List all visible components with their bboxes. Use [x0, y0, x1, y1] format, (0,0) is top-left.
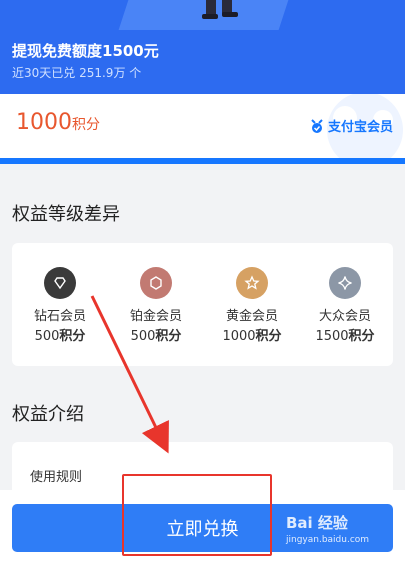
levels-section-title: 权益等级差异 [12, 204, 120, 225]
redeemed-count: 近30天已兑 251.9万 个 [12, 66, 142, 80]
person-illustration [202, 0, 238, 19]
baidu-jingyan-watermark: Bai 经验 jingyan.baidu.com [286, 512, 369, 545]
diamond-icon [44, 267, 76, 299]
divider-line [0, 158, 405, 164]
level-points: 500积分 [130, 329, 182, 344]
levels-card: 钻石会员 500积分 铂金会员 500积分 黄金会员 1000积分 大众会员 1… [12, 243, 393, 366]
app-screen: 提现免费额度1500元 近30天已兑 251.9万 个 1000积分 支付宝会员… [0, 0, 405, 561]
watermark-brand: Bai 经验 [286, 514, 348, 532]
level-points: 500积分 [34, 329, 86, 344]
alipay-member-label: 支付宝会员 [327, 120, 393, 135]
level-points: 1000积分 [222, 329, 282, 344]
benefit-title: 提现免费额度1500元 [12, 42, 159, 60]
star-icon [236, 267, 268, 299]
level-name: 大众会员 [318, 309, 371, 324]
annotation-highlight-box [122, 474, 272, 556]
header-banner: 提现免费额度1500元 近30天已兑 251.9万 个 [0, 0, 405, 94]
alipay-member-icon [311, 118, 323, 133]
level-name: 钻石会员 [33, 309, 86, 324]
alipay-member-brand: 支付宝会员 [309, 116, 393, 135]
points-price: 1000积分 [16, 110, 100, 135]
intro-section-title: 权益介绍 [12, 404, 84, 425]
level-name: 铂金会员 [129, 309, 182, 324]
level-points: 1500积分 [315, 329, 375, 344]
level-name: 黄金会员 [225, 309, 278, 324]
sparkle-icon [329, 267, 361, 299]
level-regular: 大众会员 1500积分 [300, 267, 390, 347]
level-gold: 黄金会员 1000积分 [207, 267, 297, 347]
hexagon-icon [140, 267, 172, 299]
level-platinum: 铂金会员 500积分 [111, 267, 201, 347]
points-cost-row: 1000积分 支付宝会员 [0, 94, 405, 158]
level-diamond: 钻石会员 500积分 [15, 267, 105, 347]
watermark-url: jingyan.baidu.com [286, 535, 370, 545]
usage-rules-label[interactable]: 使用规则 [30, 466, 82, 485]
